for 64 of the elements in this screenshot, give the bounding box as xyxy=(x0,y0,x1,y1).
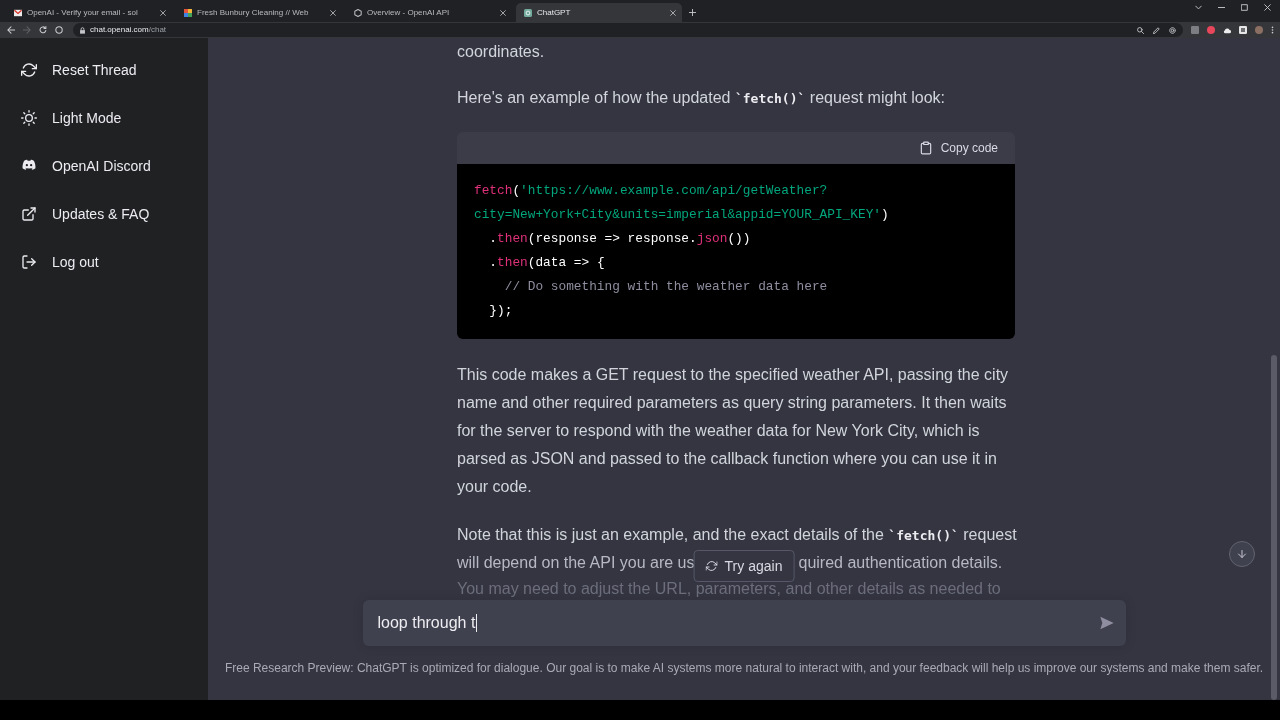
code-line: fetch('https://www.example.com/api/getWeather? xyxy=(474,182,829,200)
browser-tab[interactable]: Fresh Bunbury Cleaning // Web xyxy=(176,3,342,22)
maximize-icon[interactable] xyxy=(1241,4,1248,11)
close-icon[interactable] xyxy=(160,9,166,16)
cloud-icon[interactable] xyxy=(1223,26,1231,34)
scroll-down-button[interactable] xyxy=(1229,541,1255,567)
text-cursor-icon xyxy=(476,614,478,632)
browser-tab[interactable]: OpenAI - Verify your email - sol xyxy=(6,3,172,22)
chevron-down-icon[interactable] xyxy=(1195,4,1202,11)
sun-icon xyxy=(21,110,37,126)
answer-text: Note that this is just an example, and the exact details of the `fetch()` request xyxy=(457,525,1017,545)
frame-icon[interactable] xyxy=(1239,26,1247,34)
sidebar-item[interactable]: Reset Thread xyxy=(8,46,200,94)
answer-paragraph: Here's an example of how the updated `fetch()` request might look: xyxy=(457,88,946,108)
circle-icon[interactable] xyxy=(1207,26,1215,34)
send-icon xyxy=(1098,615,1115,631)
address-field[interactable]: chat.openai.com/chat xyxy=(73,23,1183,37)
send-button[interactable] xyxy=(1098,615,1115,631)
answer-paragraph: This code makes a GET request to the specified weather API, passing the city name and other required parameters as query string parameters. It then waits for the server to respond with the weather data for New York City, which is parsed as JSON and passed to the callback function where you can use it in your code. xyxy=(457,365,1010,497)
pencil-icon[interactable] xyxy=(1153,26,1160,34)
logout-icon xyxy=(21,254,37,270)
sidebar-item[interactable]: OpenAI Discord xyxy=(8,142,200,190)
minimize-icon[interactable] xyxy=(1218,4,1225,11)
lock-icon xyxy=(79,26,86,34)
code-line: }); xyxy=(488,302,514,320)
external-link-icon xyxy=(21,206,37,222)
refresh-icon xyxy=(21,62,37,78)
code-line: .then(response => response.json()) xyxy=(488,230,752,248)
code-line: // Do something with the weather data here xyxy=(503,278,829,296)
close-icon[interactable] xyxy=(670,9,676,16)
more-icon[interactable] xyxy=(1271,26,1274,34)
sidebar-item[interactable]: Updates & FAQ xyxy=(8,190,200,238)
answer-text: will depend on the API you are us xyxy=(457,553,695,573)
plus-icon[interactable] xyxy=(689,9,696,16)
try-again-button[interactable]: Try again xyxy=(693,550,795,582)
grid-icon xyxy=(184,8,192,17)
browser-tab[interactable]: Overview - OpenAI API xyxy=(346,3,512,22)
message-input[interactable]: loop through t xyxy=(362,600,1126,646)
answer-paragraph: coordinates. xyxy=(457,42,546,62)
code-line: .then(data => { xyxy=(488,254,606,272)
reload-icon[interactable] xyxy=(39,26,47,34)
clipboard-icon xyxy=(918,141,933,155)
arrow-down-icon xyxy=(1236,548,1248,560)
search-icon[interactable] xyxy=(1137,26,1144,34)
browser-tab[interactable]: ChatGPT xyxy=(516,3,682,22)
code-line: city=New+York+City&units=imperial&appid=YOUR_API_KEY') xyxy=(474,206,890,224)
close-icon[interactable] xyxy=(1264,4,1271,11)
sidebar-item[interactable]: Log out xyxy=(8,238,200,286)
answer-text: You may need to adjust the URL, parameters, and other details as needed to xyxy=(457,579,1001,599)
close-icon[interactable] xyxy=(500,9,506,16)
close-icon[interactable] xyxy=(330,9,336,16)
sidebar-item[interactable]: Light Mode xyxy=(8,94,200,142)
ring-icon[interactable] xyxy=(55,26,63,34)
answer-text: quired authentication details. xyxy=(798,553,1003,573)
scrollbar-thumb[interactable] xyxy=(1271,355,1277,700)
refresh-icon xyxy=(705,560,718,572)
avatar-icon[interactable] xyxy=(1255,26,1263,34)
back-icon[interactable] xyxy=(7,26,15,34)
app-tile-icon xyxy=(524,8,532,17)
copy-code-button[interactable]: Copy code xyxy=(918,141,998,155)
footer-note: Free Research Preview: ChatGPT is optimized for dialogue. Our goal is to make AI systems more natural to interact with, and your feedback will help us improve our systems and make them safer. xyxy=(223,660,1265,676)
envelope-icon xyxy=(14,8,22,17)
gear-icon[interactable] xyxy=(1169,26,1176,34)
hexagon-icon xyxy=(354,8,362,17)
